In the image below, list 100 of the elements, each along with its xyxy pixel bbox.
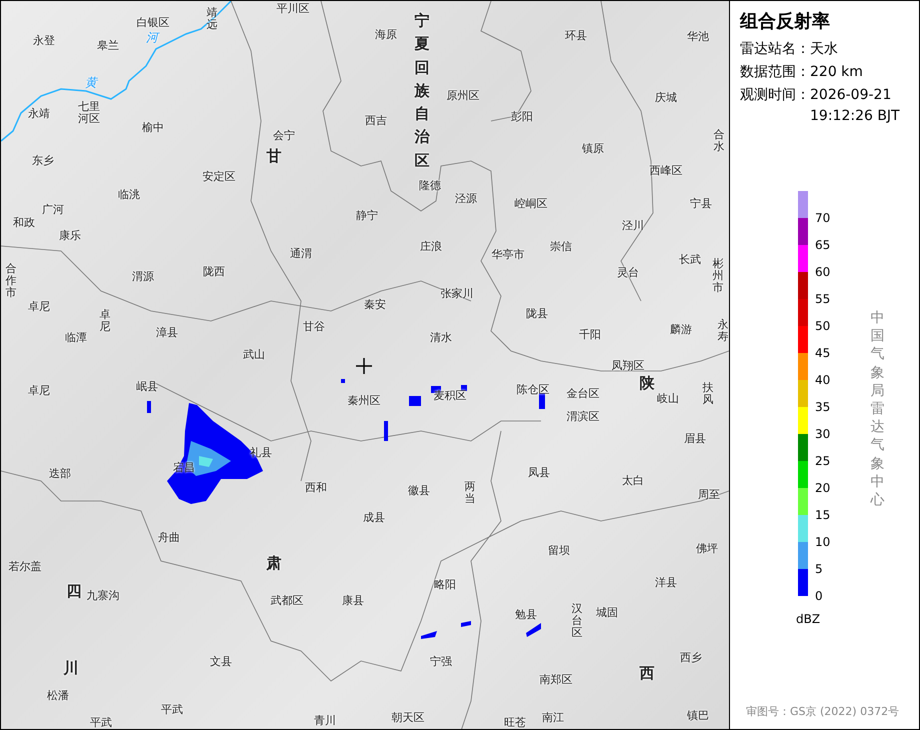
place-label: 汉台区 bbox=[572, 602, 582, 640]
place-label: 城固 bbox=[596, 606, 618, 620]
place-label: 秦安 bbox=[364, 298, 386, 312]
place-label: 长武 bbox=[679, 254, 701, 266]
place-label: 合作市 bbox=[6, 262, 16, 300]
place-label: 陈仓区 bbox=[516, 384, 550, 396]
place-label: 康乐 bbox=[59, 230, 81, 242]
place-label: 静宁 bbox=[356, 210, 378, 222]
place-label: 会宁 bbox=[273, 130, 295, 142]
place-label: 西乡 bbox=[680, 652, 702, 664]
place-label: 麦积区 bbox=[434, 390, 466, 402]
place-label: 南江 bbox=[542, 712, 564, 724]
province-label: 肃 bbox=[266, 554, 282, 572]
place-label: 镇巴 bbox=[687, 710, 709, 722]
place-label: 若尔盖 bbox=[8, 560, 42, 574]
place-label: 朝天区 bbox=[392, 712, 424, 724]
place-label: 洋县 bbox=[655, 576, 677, 590]
place-label: 海原 bbox=[375, 28, 397, 42]
field-value: 220 km bbox=[810, 63, 864, 82]
place-label: 略阳 bbox=[434, 578, 456, 592]
approval-number: 审图号：GS京 (2022) 0372号 bbox=[746, 704, 900, 719]
legend-value: 45 bbox=[815, 346, 830, 360]
place-label: 皋兰 bbox=[97, 40, 119, 52]
place-label: 七里河区 bbox=[78, 100, 100, 126]
place-label: 卓尼 bbox=[28, 300, 50, 314]
legend-value: 40 bbox=[815, 373, 830, 387]
place-label: 卓尼 bbox=[100, 308, 110, 334]
place-label: 佛坪 bbox=[696, 542, 718, 556]
place-label: 和政 bbox=[13, 216, 35, 230]
place-label: 庆城 bbox=[655, 92, 677, 104]
place-label: 九寨沟 bbox=[86, 590, 120, 602]
place-label: 岐山 bbox=[657, 392, 679, 406]
place-label: 西和 bbox=[305, 482, 327, 494]
place-label: 甘谷 bbox=[303, 320, 325, 334]
place-label: 武都区 bbox=[270, 594, 304, 608]
place-label: 榆中 bbox=[142, 122, 164, 134]
place-label: 松潘 bbox=[47, 690, 69, 702]
place-label: 舟曲 bbox=[158, 532, 180, 544]
place-label: 南郑区 bbox=[540, 674, 572, 686]
place-label: 隆德 bbox=[419, 180, 441, 192]
place-label: 永登 bbox=[33, 34, 55, 48]
legend-value: 20 bbox=[815, 481, 830, 495]
place-label: 永靖 bbox=[28, 108, 50, 120]
legend-value: 0 bbox=[815, 589, 823, 603]
place-label: 镇原 bbox=[582, 142, 604, 156]
legend-value: 5 bbox=[815, 562, 823, 576]
place-label: 靖远 bbox=[206, 6, 218, 32]
place-label: 环县 bbox=[565, 30, 587, 42]
place-label: 金台区 bbox=[566, 388, 600, 400]
place-label: 武山 bbox=[243, 348, 265, 362]
place-label: 华池 bbox=[687, 30, 709, 44]
source-note: 中国气象局雷达气象中心 bbox=[870, 309, 884, 510]
place-label: 两当 bbox=[464, 480, 476, 506]
place-label: 西峰区 bbox=[650, 164, 682, 178]
product-title: 组合反射率 bbox=[740, 10, 831, 33]
place-label: 庄浪 bbox=[420, 240, 442, 254]
place-label: 通渭 bbox=[290, 248, 312, 260]
place-label: 勉县 bbox=[515, 608, 537, 622]
place-label: 彬州市 bbox=[712, 258, 724, 294]
place-label: 凤翔区 bbox=[612, 360, 644, 372]
place-label: 清水 bbox=[430, 332, 452, 344]
place-label: 康县 bbox=[342, 594, 364, 608]
place-label: 临洮 bbox=[118, 188, 140, 202]
place-label: 迭部 bbox=[49, 468, 71, 480]
place-label: 卓尼 bbox=[28, 384, 50, 398]
place-label: 旺苍 bbox=[504, 716, 526, 729]
place-label: 临潭 bbox=[65, 332, 87, 344]
place-label: 泾源 bbox=[455, 192, 477, 206]
place-label: 宁县 bbox=[690, 198, 712, 210]
place-label: 平武 bbox=[161, 704, 183, 716]
province-label: 甘 bbox=[266, 148, 282, 164]
legend-unit: dBZ bbox=[796, 612, 822, 626]
place-label: 漳县 bbox=[156, 326, 178, 340]
place-label: 千阳 bbox=[579, 328, 601, 342]
place-label: 麟游 bbox=[670, 324, 692, 336]
place-label: 彭阳 bbox=[511, 110, 533, 124]
place-label: 东乡 bbox=[32, 154, 54, 168]
place-label: 华亭市 bbox=[492, 248, 524, 262]
place-label: 扶风 bbox=[702, 382, 714, 406]
place-label: 宁强 bbox=[430, 656, 452, 668]
place-label: 留坝 bbox=[548, 544, 570, 558]
place-label: 白银区 bbox=[136, 16, 170, 30]
province-label: 四 bbox=[66, 582, 82, 600]
field-label: 数据范围： bbox=[740, 63, 810, 82]
place-label: 张家川 bbox=[440, 288, 474, 300]
place-label: 成县 bbox=[363, 512, 385, 524]
place-label: 陇县 bbox=[526, 308, 548, 320]
field-label: 观测时间： bbox=[740, 86, 810, 105]
place-label: 崇信 bbox=[550, 240, 572, 254]
legend-value: 60 bbox=[815, 265, 830, 279]
place-label: 秦州区 bbox=[348, 394, 380, 408]
legend-value: 65 bbox=[815, 238, 830, 252]
place-label: 平武 bbox=[90, 716, 112, 729]
legend-value: 35 bbox=[815, 400, 830, 414]
province-label: 宁夏回族自治区 bbox=[414, 10, 430, 172]
place-label: 安定区 bbox=[202, 170, 236, 184]
legend-value: 70 bbox=[815, 211, 830, 225]
legend-value: 25 bbox=[815, 454, 830, 468]
place-label: 青川 bbox=[314, 714, 336, 728]
place-label: 周至 bbox=[698, 488, 720, 502]
